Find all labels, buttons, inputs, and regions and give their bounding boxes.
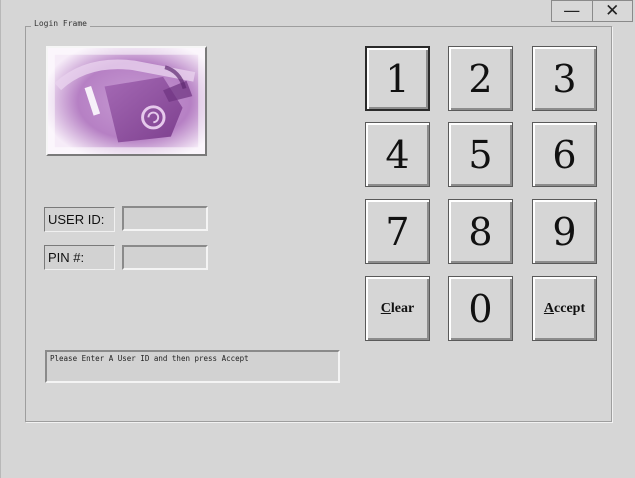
clear-button[interactable]: Clear (365, 276, 430, 341)
key-5-button[interactable]: 5 (448, 122, 513, 187)
accept-label-rest: ccept (554, 300, 586, 316)
status-message-box: Please Enter A User ID and then press Ac… (45, 350, 340, 383)
key-4-button[interactable]: 4 (365, 122, 430, 187)
status-message: Please Enter A User ID and then press Ac… (50, 354, 249, 363)
frame-title: Login Frame (31, 19, 90, 28)
key-3-button[interactable]: 3 (532, 46, 597, 111)
logo-image (46, 46, 207, 156)
key-2-button[interactable]: 2 (448, 46, 513, 111)
minimize-button[interactable]: — (551, 0, 593, 22)
close-button[interactable]: ✕ (592, 0, 633, 22)
app-window: — ✕ Login Frame USER ID: PIN #: Please E… (0, 0, 635, 478)
key-6-button[interactable]: 6 (532, 122, 597, 187)
key-0-button[interactable]: 0 (448, 276, 513, 341)
key-9-button[interactable]: 9 (532, 199, 597, 264)
clear-mnemonic: C (380, 300, 391, 316)
minimize-icon: — (563, 0, 581, 21)
key-7-button[interactable]: 7 (365, 199, 430, 264)
user-id-field[interactable] (122, 206, 208, 231)
key-8-button[interactable]: 8 (448, 199, 513, 264)
window-controls: — ✕ (551, 0, 633, 22)
pin-field[interactable] (122, 245, 208, 270)
close-icon: ✕ (605, 0, 620, 21)
user-id-label: USER ID: (44, 207, 115, 232)
accept-button[interactable]: Accept (532, 276, 597, 341)
accept-mnemonic: A (543, 300, 555, 316)
key-1-button[interactable]: 1 (365, 46, 430, 111)
pin-label: PIN #: (44, 245, 115, 270)
credit-card-in-slot-icon (48, 48, 205, 154)
clear-label-rest: lear (390, 300, 415, 316)
